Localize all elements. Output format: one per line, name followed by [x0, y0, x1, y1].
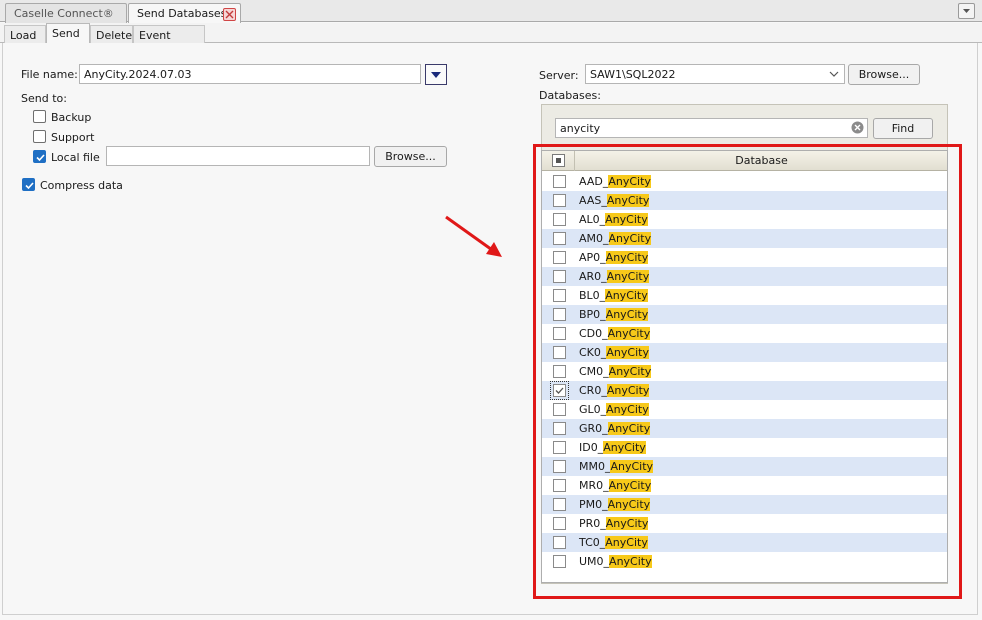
file-name-label: File name: — [21, 68, 78, 81]
triangle-down-icon — [431, 72, 441, 78]
sub-tab-strip: Load Send Delete Event Viewer — [0, 23, 982, 55]
clear-icon[interactable] — [851, 121, 864, 134]
tab-send-databases-label: Send Databases — [137, 7, 227, 20]
support-checkbox[interactable] — [33, 130, 46, 143]
server-browse-button[interactable]: Browse... — [848, 64, 920, 85]
compress-data-checkbox[interactable] — [22, 178, 35, 191]
tab-delete[interactable]: Delete — [90, 25, 133, 43]
send-to-label: Send to: — [21, 92, 67, 105]
document-tab-strip: Caselle Connect® Send Databases — [0, 0, 982, 23]
tab-load[interactable]: Load — [4, 25, 46, 43]
chevron-down-icon[interactable] — [958, 3, 975, 19]
tab-caselle-connect[interactable]: Caselle Connect® — [5, 3, 127, 23]
close-icon[interactable] — [223, 8, 236, 21]
databases-label: Databases: — [539, 89, 601, 102]
tab-send-databases[interactable]: Send Databases — [128, 3, 241, 23]
file-name-field[interactable]: AnyCity.2024.07.03 — [79, 64, 421, 84]
tab-send-label: Send — [52, 27, 80, 40]
database-search-value: anycity — [560, 122, 601, 135]
server-label: Server: — [539, 69, 579, 82]
tab-event-viewer[interactable]: Event Viewer — [133, 25, 205, 55]
database-search-input[interactable]: anycity — [555, 118, 868, 138]
tab-delete-label: Delete — [96, 29, 133, 42]
tab-load-label: Load — [10, 29, 37, 42]
local-file-checkbox[interactable] — [33, 150, 46, 163]
local-file-browse-button[interactable]: Browse... — [374, 146, 447, 167]
compress-data-label: Compress data — [40, 179, 123, 192]
backup-checkbox[interactable] — [33, 110, 46, 123]
local-file-path-field[interactable] — [106, 146, 370, 166]
arrow-icon — [445, 215, 502, 257]
checkmark-icon — [36, 154, 45, 162]
file-name-dropdown-button[interactable] — [425, 64, 447, 85]
tab-send[interactable]: Send — [46, 23, 90, 43]
checkmark-icon — [25, 182, 34, 190]
support-label: Support — [51, 131, 95, 144]
backup-label: Backup — [51, 111, 92, 124]
local-file-label: Local file — [51, 151, 100, 164]
tab-caselle-connect-label: Caselle Connect® — [14, 7, 114, 20]
server-value: SAW1\SQL2022 — [590, 68, 676, 81]
annotation-highlight-box — [533, 144, 962, 599]
server-select[interactable]: SAW1\SQL2022 — [585, 64, 845, 84]
chevron-down-icon — [829, 71, 839, 77]
find-button[interactable]: Find — [873, 118, 933, 139]
